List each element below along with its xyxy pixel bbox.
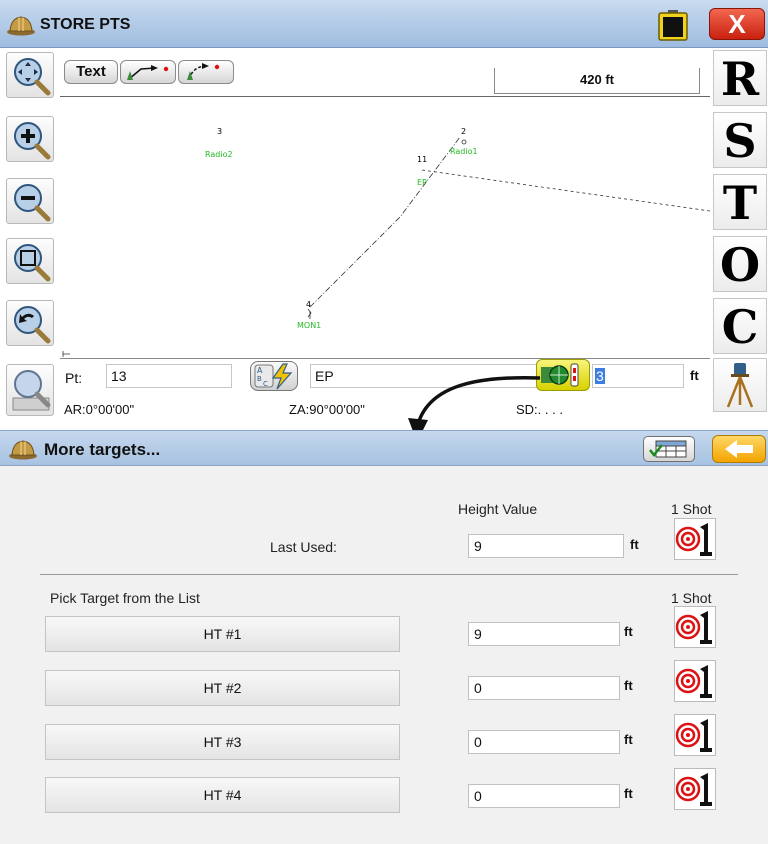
one-shot-target-icon[interactable] [674,714,716,756]
target-ht3-height-input[interactable]: 0 [468,730,620,754]
back-button[interactable] [712,435,766,463]
target-ht2-height-input[interactable]: 0 [468,676,620,700]
target-height-button[interactable] [536,359,590,391]
point-number: 2 [461,127,466,136]
zoom-extents-button[interactable] [6,364,54,416]
c-command-button[interactable]: C [713,298,767,354]
point-marker [307,308,312,319]
pt-label: Pt: [65,370,83,386]
battery-icon[interactable] [656,9,690,41]
pan-zoom-button[interactable] [6,52,54,98]
s-command-button[interactable]: S [713,112,767,168]
one-shot-target-icon[interactable] [674,660,716,702]
point-description: Radio2 [205,150,233,159]
target-ht2-button[interactable]: HT #2 [45,670,400,706]
origin-marker [62,351,70,357]
target-ht4-height-input[interactable]: 0 [468,784,620,808]
target-ht3-button[interactable]: HT #3 [45,724,400,760]
zoom-previous-icon [14,306,51,344]
zoom-in-icon [14,122,51,160]
target-table-button[interactable] [643,436,695,462]
more-targets-panel: Height Value 1 Shot Last Used: 9 ft Pick… [0,466,768,844]
pick-target-label: Pick Target from the List [50,590,200,606]
height-unit-label: ft [690,368,699,383]
sd-readout: SD:. . . . [516,402,563,417]
section-divider [40,574,738,575]
point-number: 3 [217,127,222,136]
target-ht4-button[interactable]: HT #4 [45,777,400,813]
zoom-window-icon [14,244,51,282]
zoom-previous-button[interactable] [6,300,54,346]
text-toggle-button[interactable]: Text [64,60,118,84]
point-number: 4 [306,300,311,309]
height-unit-label: ft [624,732,633,747]
r-command-button[interactable]: R [713,50,767,106]
zoom-out-icon [14,184,51,222]
height-unit-label: ft [624,786,633,801]
instrument-setup-button[interactable] [713,358,767,412]
window-title: STORE PTS [40,16,131,33]
pan-magnifier-icon [14,58,51,96]
traverse-button[interactable] [120,60,176,84]
strip-divider [60,358,710,359]
hard-hat-icon [9,440,37,460]
height-value-header: Height Value [458,501,538,517]
survey-map-canvas[interactable]: 3 Radio2 2 Radio1 11 EP 4 MON1 [60,97,710,358]
svg-text:A: A [257,366,263,375]
svg-text:C: C [263,380,268,388]
point-number: 11 [417,155,427,164]
t-command-button[interactable]: T [713,174,767,230]
description-input[interactable]: EP [310,364,538,388]
za-readout: ZA:90°00'00" [289,402,365,417]
height-unit-label: ft [624,624,633,639]
point-number-input[interactable]: 13 [106,364,232,388]
zoom-in-button[interactable] [6,116,54,162]
one-shot-header: 1 Shot [671,590,712,606]
arrow-left-icon [725,440,753,458]
prism-target-icon [541,363,579,387]
zoom-toolbar [0,48,60,430]
map-area[interactable]: Text 420 ft 3 Radio2 2 Radio1 11 EP 4 MO… [0,48,768,442]
panel-title: More targets... [44,440,161,459]
zoom-window-button[interactable] [6,238,54,284]
traverse-icon [127,65,169,80]
point-marker [461,139,467,145]
last-used-height-input[interactable]: 9 [468,534,624,558]
target-ht1-height-input[interactable]: 9 [468,622,620,646]
point-description: Radio1 [450,147,478,156]
target-height-input[interactable]: 3 [592,364,684,388]
one-shot-target-icon[interactable] [674,606,716,648]
target-height-value: 3 [595,368,605,384]
table-check-icon [649,440,687,458]
map-scale: 420 ft [494,68,700,94]
svg-text:B: B [257,375,262,383]
title-bar: STORE PTS X [0,0,768,48]
command-toolbar: R S T O C [712,48,768,430]
hard-hat-icon [7,16,35,36]
last-used-label: Last Used: [270,539,337,555]
o-command-button[interactable]: O [713,236,767,292]
one-shot-target-icon[interactable] [674,768,716,810]
abc-lightning-icon: A B C [254,363,293,390]
sideshot-icon [187,63,220,80]
traverse-line [309,136,461,308]
target-ht1-button[interactable]: HT #1 [45,616,400,652]
store-pts-window: STORE PTS X Text 420 ft 3 Radio2 2 Radio… [0,0,768,844]
height-unit-label: ft [624,678,633,693]
height-unit-label: ft [630,537,639,552]
ar-readout: AR:0°00'00" [64,402,135,417]
point-description: EP [417,178,427,187]
one-shot-target-icon[interactable] [674,518,716,560]
point-description: MON1 [297,321,321,330]
more-targets-header: More targets... [0,430,768,466]
description-list-button[interactable]: A B C [250,361,298,391]
zoom-extents-icon [12,370,51,411]
one-shot-header: 1 Shot [671,501,712,517]
sideshot-line [421,169,710,212]
sideshot-button[interactable] [178,60,234,84]
close-button[interactable]: X [709,8,765,40]
tripod-icon [726,363,754,408]
zoom-out-button[interactable] [6,178,54,224]
